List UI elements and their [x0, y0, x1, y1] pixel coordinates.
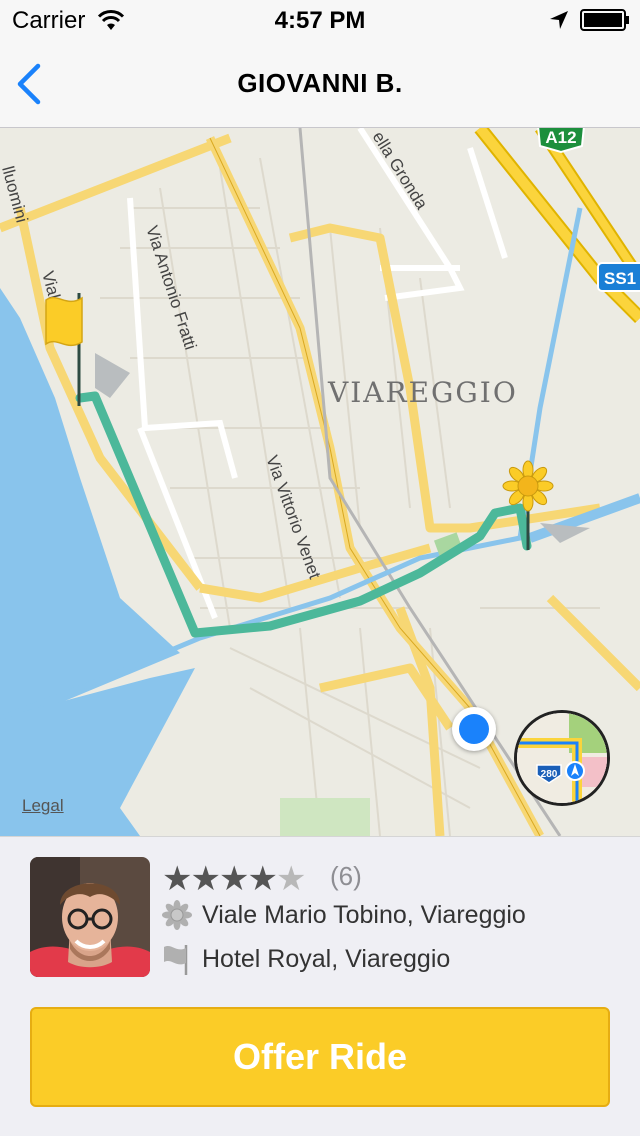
clock: 4:57 PM: [274, 7, 366, 34]
star-icon: ★: [218, 860, 250, 898]
svg-text:280: 280: [541, 769, 558, 780]
svg-text:A12: A12: [545, 128, 576, 147]
pickup-row: Viale Mario Tobino, Viareggio: [162, 899, 526, 931]
city-label: Viareggio: [327, 376, 518, 409]
star-icon: ★: [247, 860, 278, 898]
navigation-bar: GIOVANNI B.: [0, 40, 640, 128]
avatar: [30, 857, 150, 977]
page-title: GIOVANNI B.: [237, 68, 403, 98]
route-map[interactable]: A12 SS1 Via Antonio Fratti Via Vittorio …: [0, 128, 640, 836]
open-maps-button[interactable]: 280: [514, 710, 610, 806]
offer-ride-button[interactable]: Offer Ride: [30, 1007, 610, 1107]
legal-link[interactable]: Legal: [22, 796, 64, 816]
road-shield-ss1: SS1: [597, 262, 640, 292]
star-icon: ★: [190, 860, 221, 898]
street-label: Via Vittorio Venet: [262, 453, 324, 582]
sun-icon: [162, 900, 192, 930]
star-empty-icon: ★: [275, 860, 307, 898]
dropoff-address: Hotel Royal, Viareggio: [202, 944, 451, 973]
status-bar: Carrier 4:57 PM: [0, 0, 640, 40]
dropoff-row: Hotel Royal, Viareggio: [162, 943, 450, 975]
street-label: lluomini: [0, 164, 31, 225]
road-shield-a12: A12: [537, 128, 585, 154]
street-label: ella Gronda: [369, 128, 432, 213]
rating-count: (6): [330, 861, 362, 891]
pickup-address: Viale Mario Tobino, Viareggio: [202, 900, 526, 929]
battery-icon: [580, 9, 629, 31]
flag-icon: [164, 945, 188, 975]
street-label: Via Antonio Fratti: [142, 223, 200, 352]
driver-panel: ★★★★★ (6) Viale Mario Tobino, Viareggio …: [0, 836, 640, 1136]
star-icon: ★: [162, 860, 193, 898]
svg-text:SS1: SS1: [604, 269, 636, 288]
current-location-dot: [452, 707, 496, 751]
location-arrow-icon: [550, 11, 568, 29]
rating-stars: ★★★★★: [162, 859, 307, 899]
